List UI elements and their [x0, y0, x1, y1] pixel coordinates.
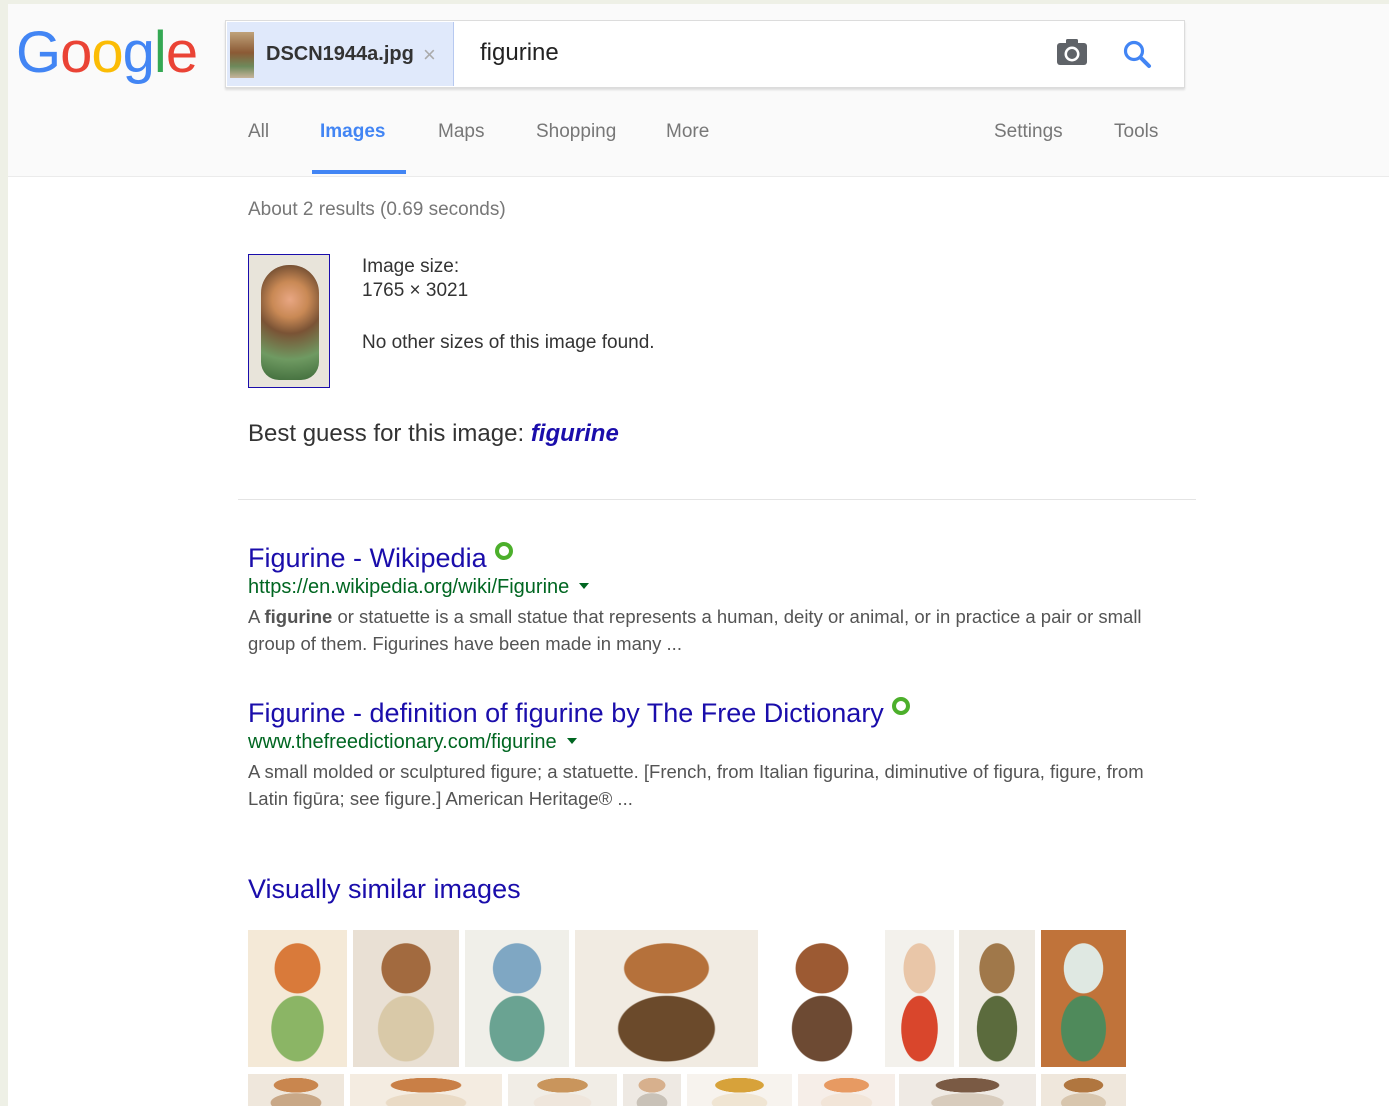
similar-image-thumbnail[interactable] — [350, 1074, 502, 1106]
tab-maps[interactable]: Maps — [438, 121, 484, 143]
query-image-thumbnail — [230, 32, 254, 78]
active-tab-indicator — [312, 170, 406, 174]
snippet-prefix: A — [248, 606, 265, 627]
tab-more[interactable]: More — [666, 121, 709, 143]
similar-image-thumbnail[interactable] — [353, 930, 459, 1067]
divider — [238, 499, 1196, 500]
best-guess-link[interactable]: figurine — [531, 420, 619, 447]
logo-letter: o — [60, 20, 92, 85]
similar-image-thumbnail[interactable] — [248, 1074, 344, 1106]
visually-similar-heading[interactable]: Visually similar images — [248, 874, 521, 905]
chevron-down-icon[interactable] — [566, 738, 577, 744]
tab-images[interactable]: Images — [320, 121, 385, 143]
best-guess-label: Best guess for this image: — [248, 420, 525, 447]
logo-letter: G — [16, 20, 61, 85]
result-url-text[interactable]: https://en.wikipedia.org/wiki/Figurine — [248, 576, 569, 598]
result-title-text[interactable]: Figurine - Wikipedia — [248, 543, 487, 573]
similar-image-thumbnail[interactable] — [575, 930, 758, 1067]
snippet-bold: figurine — [264, 606, 333, 627]
google-logo[interactable]: Google — [16, 18, 198, 88]
result-title-text[interactable]: Figurine - definition of figurine by The… — [248, 698, 884, 728]
result-url[interactable]: www.thefreedictionary.com/figurine — [248, 731, 577, 754]
similar-image-thumbnail[interactable] — [687, 1074, 792, 1106]
result-url[interactable]: https://en.wikipedia.org/wiki/Figurine — [248, 576, 590, 599]
similar-image-thumbnail[interactable] — [959, 930, 1035, 1067]
similar-image-thumbnail[interactable] — [623, 1074, 681, 1106]
figurine-image — [261, 265, 319, 380]
other-sizes-text: No other sizes of this image found. — [362, 332, 655, 353]
chevron-down-icon[interactable] — [579, 583, 590, 589]
image-size-value: 1765 × 3021 — [362, 280, 469, 301]
amp-icon — [494, 542, 513, 560]
similar-image-thumbnail[interactable] — [765, 930, 879, 1067]
logo-letter: o — [91, 20, 123, 85]
camera-icon[interactable] — [1056, 38, 1088, 66]
image-size-label: Image size: — [362, 256, 460, 277]
snippet-rest: or statuette is a small statue that repr… — [248, 606, 1142, 654]
result-snippet: A figurine or statuette is a small statu… — [248, 603, 1188, 657]
tools-link[interactable]: Tools — [1114, 121, 1158, 143]
amp-icon — [891, 697, 910, 715]
similar-image-thumbnail[interactable] — [248, 930, 347, 1067]
similar-image-thumbnail[interactable] — [899, 1074, 1036, 1106]
similar-image-thumbnail[interactable] — [465, 930, 569, 1067]
snippet-text: A small molded or sculptured figure; a s… — [248, 761, 1144, 809]
result-title[interactable]: Figurine - Wikipedia — [248, 542, 513, 574]
similar-image-thumbnail[interactable] — [1041, 1074, 1126, 1106]
result-url-text[interactable]: www.thefreedictionary.com/figurine — [248, 731, 557, 753]
results-page: Google DSCN1944a.jpg × figurine All Imag… — [8, 4, 1389, 1106]
result-title[interactable]: Figurine - definition of figurine by The… — [248, 697, 910, 729]
result-snippet: A small molded or sculptured figure; a s… — [248, 758, 1188, 812]
logo-letter: g — [122, 20, 155, 85]
tab-shopping[interactable]: Shopping — [536, 121, 616, 143]
result-stats: About 2 results (0.69 seconds) — [248, 199, 506, 220]
close-icon[interactable]: × — [423, 42, 436, 68]
tab-all[interactable]: All — [248, 121, 269, 143]
header: Google DSCN1944a.jpg × figurine All Imag… — [8, 4, 1389, 177]
similar-image-thumbnail[interactable] — [1041, 930, 1126, 1067]
logo-letter: e — [165, 20, 198, 85]
search-icon[interactable] — [1122, 39, 1152, 69]
logo-letter: l — [153, 20, 167, 85]
best-guess: Best guess for this image: figurine — [248, 420, 619, 448]
similar-image-thumbnail[interactable] — [508, 1074, 617, 1106]
query-image-preview[interactable] — [248, 254, 330, 388]
similar-image-thumbnail[interactable] — [885, 930, 954, 1067]
settings-link[interactable]: Settings — [994, 121, 1063, 143]
search-input[interactable]: figurine — [480, 39, 559, 67]
similar-image-thumbnail[interactable] — [798, 1074, 895, 1106]
image-query-chip[interactable]: DSCN1944a.jpg × — [227, 22, 454, 86]
search-box[interactable]: DSCN1944a.jpg × figurine — [225, 20, 1185, 88]
query-image-filename: DSCN1944a.jpg — [266, 43, 414, 65]
